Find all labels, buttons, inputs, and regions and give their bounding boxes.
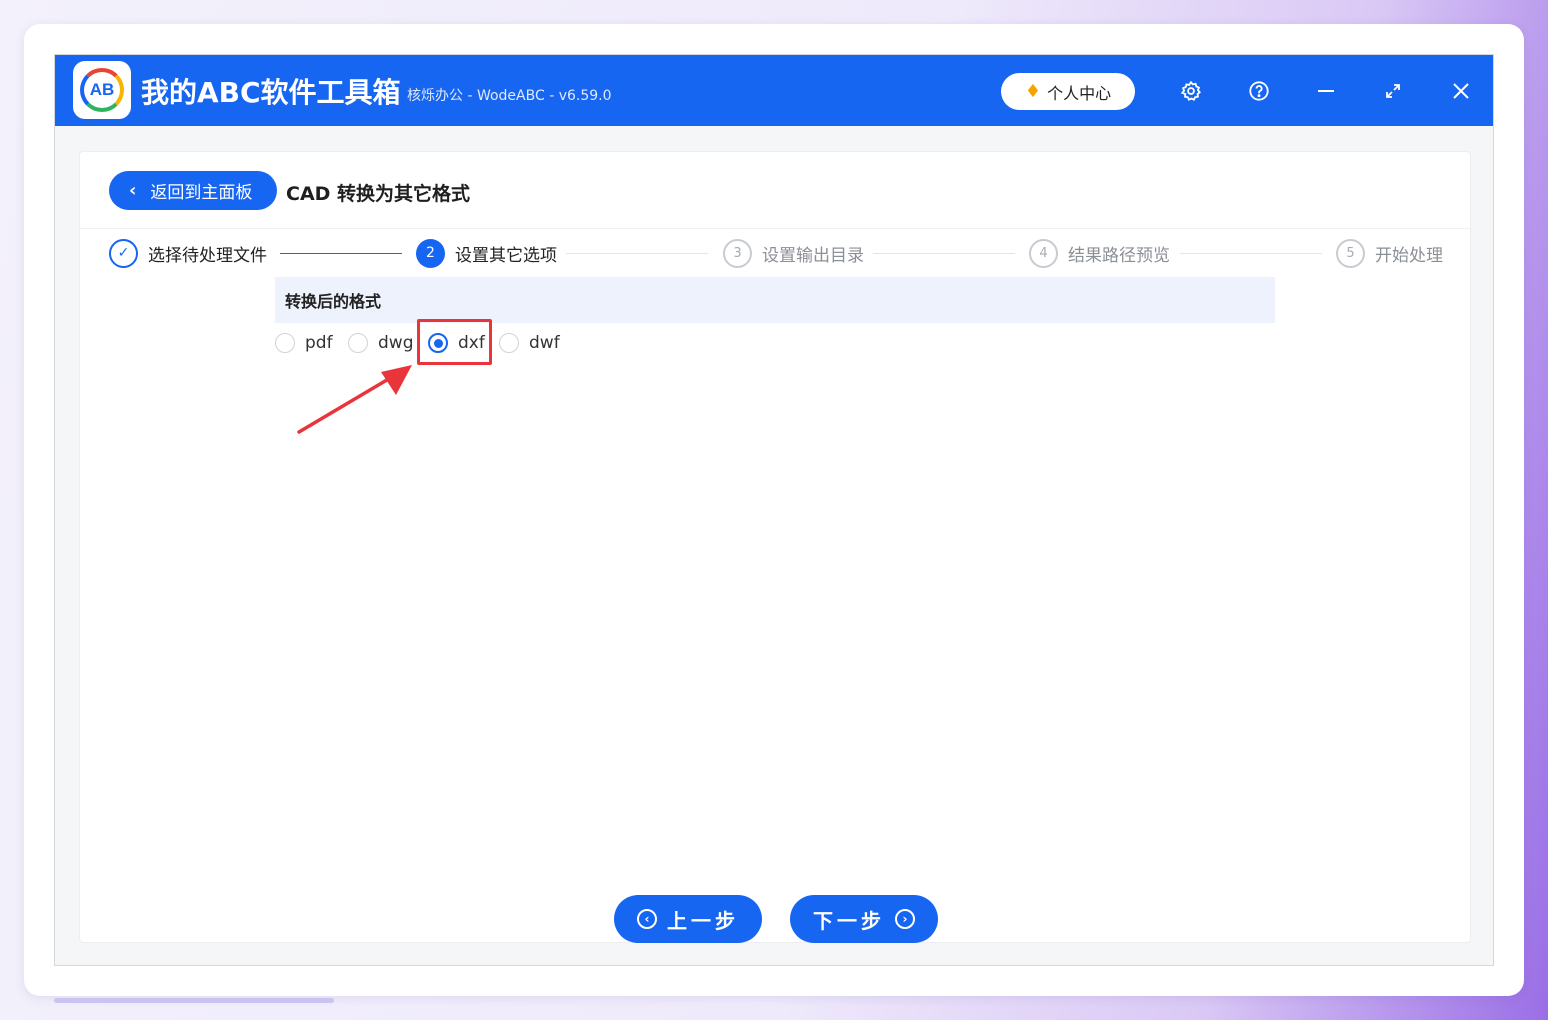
step-label: 设置输出目录 bbox=[762, 245, 864, 266]
personal-center-label: 个人中心 bbox=[1047, 83, 1112, 103]
step-number: 2 bbox=[416, 238, 445, 268]
page-title: CAD 转换为其它格式 bbox=[286, 183, 471, 205]
maximize-icon[interactable] bbox=[1379, 77, 1407, 105]
step-connector bbox=[566, 253, 708, 254]
chevron-right-circle-icon: › bbox=[895, 909, 915, 929]
next-label: 下一步 bbox=[813, 908, 885, 933]
step-5: 5 开始处理 bbox=[1336, 238, 1443, 268]
logo-mark: AB bbox=[80, 68, 124, 112]
step-connector bbox=[873, 253, 1015, 254]
step-label: 开始处理 bbox=[1375, 245, 1443, 266]
step-label: 结果路径预览 bbox=[1068, 245, 1170, 266]
chevron-left-icon: ‹ bbox=[129, 180, 137, 201]
close-icon[interactable] bbox=[1447, 77, 1475, 105]
previous-label: 上一步 bbox=[667, 908, 739, 933]
step-label: 设置其它选项 bbox=[455, 245, 557, 266]
step-2: 2 设置其它选项 bbox=[416, 238, 557, 268]
app-window: AB 我的ABC软件工具箱 核烁办公 - WodeABC - v6.59.0 ♦… bbox=[54, 54, 1494, 966]
radio-label: pdf bbox=[305, 333, 333, 353]
main-panel: ‹ 返回到主面板 CAD 转换为其它格式 ✓ 选择待处理文件 2 设置其它选项 … bbox=[79, 151, 1471, 943]
step-label: 选择待处理文件 bbox=[148, 245, 267, 266]
step-number: 5 bbox=[1336, 238, 1365, 268]
app-subtitle: 核烁办公 - WodeABC - v6.59.0 bbox=[407, 88, 612, 104]
radio-circle bbox=[348, 333, 368, 353]
radio-label: dwg bbox=[378, 333, 414, 353]
next-step-button[interactable]: 下一步 › bbox=[790, 895, 938, 943]
radio-label: dwf bbox=[529, 333, 560, 353]
step-number: 4 bbox=[1029, 238, 1058, 268]
chevron-left-circle-icon: ‹ bbox=[637, 909, 657, 929]
titlebar: AB 我的ABC软件工具箱 核烁办公 - WodeABC - v6.59.0 ♦… bbox=[55, 55, 1493, 126]
radio-dwf[interactable]: dwf bbox=[499, 330, 560, 356]
annotation-highlight-box bbox=[417, 319, 492, 365]
back-to-dashboard-button[interactable]: ‹ 返回到主面板 bbox=[109, 171, 277, 210]
diamond-icon: ♦ bbox=[1024, 80, 1042, 102]
gear-icon[interactable] bbox=[1177, 77, 1205, 105]
step-3: 3 设置输出目录 bbox=[723, 238, 864, 268]
help-icon[interactable] bbox=[1245, 77, 1273, 105]
radio-circle bbox=[275, 333, 295, 353]
back-button-label: 返回到主面板 bbox=[150, 183, 253, 203]
step-connector bbox=[1180, 253, 1322, 254]
previous-step-button[interactable]: ‹ 上一步 bbox=[614, 895, 762, 943]
step-number: 3 bbox=[723, 238, 752, 268]
check-icon: ✓ bbox=[109, 238, 138, 268]
app-logo: AB bbox=[73, 61, 131, 119]
minimize-icon[interactable] bbox=[1312, 77, 1340, 105]
step-1: ✓ 选择待处理文件 bbox=[109, 238, 267, 268]
format-section-header: 转换后的格式 bbox=[275, 277, 1275, 323]
annotation-arrow-icon bbox=[297, 365, 412, 434]
header-divider bbox=[80, 228, 1470, 229]
radio-circle bbox=[499, 333, 519, 353]
taskbar-strip bbox=[54, 998, 334, 1003]
personal-center-button[interactable]: ♦ 个人中心 bbox=[1001, 73, 1135, 110]
app-title: 我的ABC软件工具箱 bbox=[141, 76, 401, 109]
step-4: 4 结果路径预览 bbox=[1029, 238, 1170, 268]
step-connector bbox=[280, 253, 402, 254]
